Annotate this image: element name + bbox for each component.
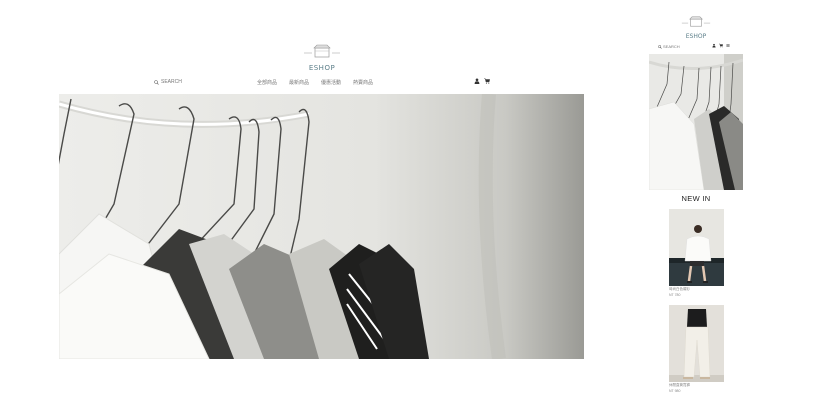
new-in-heading: NEW IN <box>681 194 711 203</box>
mobile-hero-banner-image[interactable] <box>649 54 743 190</box>
clothing-rack-photo <box>649 54 743 190</box>
search-button[interactable]: SEARCH <box>154 79 182 85</box>
cart-icon[interactable] <box>484 78 490 84</box>
mobile-header-actions <box>712 43 730 48</box>
nav-item-all-products[interactable]: 全部商品 <box>257 79 277 86</box>
brand-name: ESHOP <box>308 64 336 72</box>
product-price: NT 780 <box>669 292 681 297</box>
mobile-search-label: SEARCH <box>663 44 680 49</box>
product-price: NT 980 <box>669 388 681 393</box>
nav-item-promotions[interactable]: 優惠活動 <box>321 79 341 86</box>
model-white-shirt-photo <box>669 209 724 286</box>
shop-logo-icon <box>304 44 340 58</box>
nav-item-new-products[interactable]: 最新商品 <box>289 79 309 86</box>
user-icon[interactable] <box>474 78 480 84</box>
mobile-brand-logo[interactable]: ESHOP <box>678 14 714 40</box>
mobile-brand-name: ESHOP <box>685 33 707 40</box>
product-name[interactable]: 時尚白色襯衫 <box>669 287 724 292</box>
product-image[interactable] <box>669 305 724 382</box>
user-icon[interactable] <box>712 43 716 48</box>
product-name[interactable]: 休閒直筒寬褲 <box>669 383 724 388</box>
cart-icon[interactable] <box>719 43 723 48</box>
header-actions <box>474 78 490 84</box>
shop-logo-icon <box>681 16 711 27</box>
menu-icon[interactable] <box>726 43 730 48</box>
desktop-mockup: ESHOP SEARCH 全部商品 最新商品 優惠活動 熱賣商品 <box>59 0 584 407</box>
product-card[interactable]: 休閒直筒寬褲 NT 980 <box>669 305 724 393</box>
search-icon <box>154 79 159 85</box>
product-card[interactable]: 時尚白色襯衫 NT 780 <box>669 209 724 297</box>
mobile-top-navigation: SEARCH <box>649 43 743 51</box>
search-label: SEARCH <box>161 79 182 85</box>
clothing-rack-photo <box>59 94 584 359</box>
top-navigation: SEARCH 全部商品 最新商品 優惠活動 熱賣商品 <box>59 77 584 89</box>
mobile-mockup: ESHOP SEARCH NEW IN 時尚白色襯衫 NT 780 休閒直筒寬褲… <box>649 0 743 407</box>
mobile-search-button[interactable]: SEARCH <box>658 44 680 49</box>
search-icon <box>658 44 662 49</box>
hero-banner-image[interactable] <box>59 94 584 359</box>
product-image[interactable] <box>669 209 724 286</box>
model-white-pants-photo <box>669 305 724 382</box>
brand-logo[interactable]: ESHOP <box>302 44 342 72</box>
main-menu: 全部商品 最新商品 優惠活動 熱賣商品 <box>257 79 373 86</box>
nav-item-best-sellers[interactable]: 熱賣商品 <box>353 79 373 86</box>
